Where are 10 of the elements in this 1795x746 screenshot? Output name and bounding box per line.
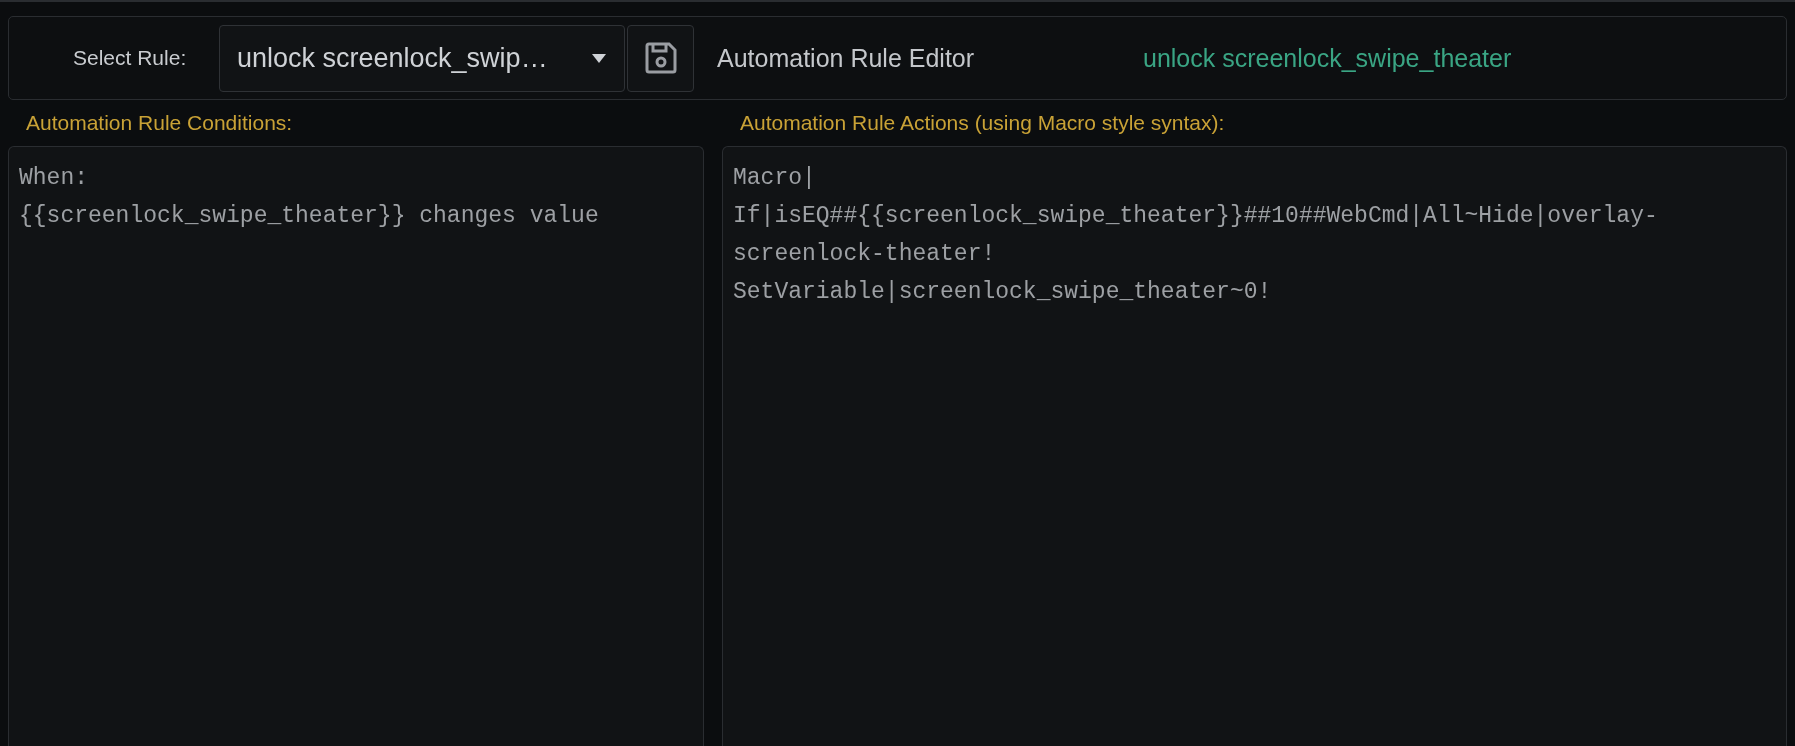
rule-name: unlock screenlock_swipe_theater bbox=[1143, 43, 1512, 73]
conditions-field[interactable]: When: {{screenlock_swipe_theater}} changes value bbox=[8, 146, 704, 746]
actions-field[interactable]: Macro| If|isEQ##{{screenlock_swipe_theater}}##10##WebCmd|All~Hide|overlay-screenlock-theater! SetVariable|screenlock_swipe_theater~0! bbox=[722, 146, 1787, 746]
select-rule-label: Select Rule: bbox=[73, 46, 188, 70]
caret-icon bbox=[592, 53, 606, 63]
rule-select[interactable]: unlock screenlock_swip… bbox=[219, 24, 625, 92]
conditions-label: Automation Rule Conditions: bbox=[25, 110, 294, 136]
editor-title: Automation Rule Editor bbox=[717, 43, 976, 73]
actions-label: Automation Rule Actions (using Macro style syntax): bbox=[739, 110, 1226, 136]
save-button[interactable] bbox=[627, 24, 694, 92]
